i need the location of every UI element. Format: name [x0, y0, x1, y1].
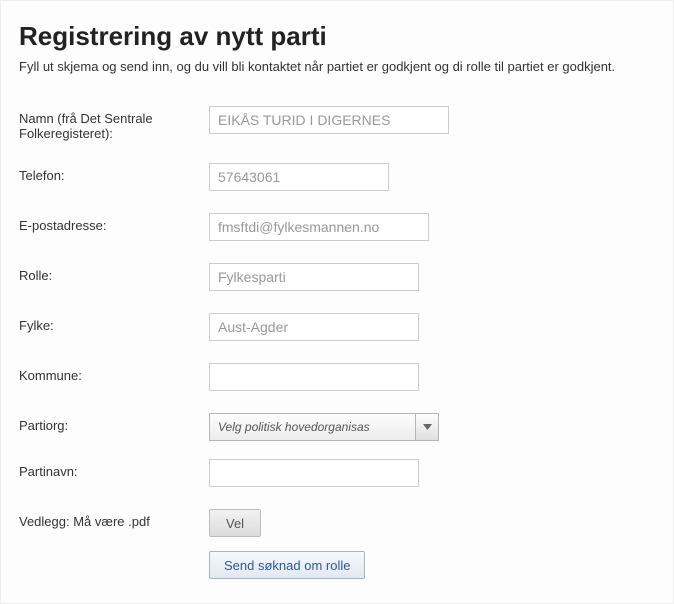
municipality-input[interactable]	[209, 363, 419, 391]
row-partyname: Partinavn:	[19, 459, 655, 487]
row-attachment: Vedlegg: Må være .pdf Vel	[19, 509, 655, 537]
page-intro: Fyll ut skjema og send inn, og du vill b…	[19, 58, 655, 76]
name-input[interactable]	[209, 106, 449, 134]
municipality-label: Kommune:	[19, 363, 209, 383]
email-label: E-postadresse:	[19, 213, 209, 233]
name-label: Namn (frå Det Sentrale Folkeregisteret):	[19, 106, 209, 141]
attachment-label: Vedlegg: Må være .pdf	[19, 509, 209, 529]
partyorg-select[interactable]: Velg politisk hovedorganisas	[209, 413, 439, 441]
row-email: E-postadresse:	[19, 213, 655, 241]
form-page: Registrering av nytt parti Fyll ut skjem…	[0, 0, 674, 604]
partyname-label: Partinavn:	[19, 459, 209, 479]
choose-file-button[interactable]: Vel	[209, 509, 261, 537]
partyname-input[interactable]	[209, 459, 419, 487]
submit-button[interactable]: Send søknad om rolle	[209, 551, 365, 579]
phone-label: Telefon:	[19, 163, 209, 183]
page-title: Registrering av nytt parti	[19, 21, 655, 52]
row-partyorg: Partiorg: Velg politisk hovedorganisas	[19, 413, 655, 441]
row-role: Rolle:	[19, 263, 655, 291]
phone-input[interactable]	[209, 163, 389, 191]
email-input[interactable]	[209, 213, 429, 241]
row-phone: Telefon:	[19, 163, 655, 191]
chevron-down-icon	[415, 414, 438, 440]
partyorg-label: Partiorg:	[19, 413, 209, 433]
row-municipality: Kommune:	[19, 363, 655, 391]
county-label: Fylke:	[19, 313, 209, 333]
partyorg-selected-text: Velg politisk hovedorganisas	[210, 420, 415, 434]
row-submit: Send søknad om rolle	[19, 551, 655, 579]
row-name: Namn (frå Det Sentrale Folkeregisteret):	[19, 106, 655, 141]
role-label: Rolle:	[19, 263, 209, 283]
county-input[interactable]	[209, 313, 419, 341]
role-input[interactable]	[209, 263, 419, 291]
row-county: Fylke:	[19, 313, 655, 341]
